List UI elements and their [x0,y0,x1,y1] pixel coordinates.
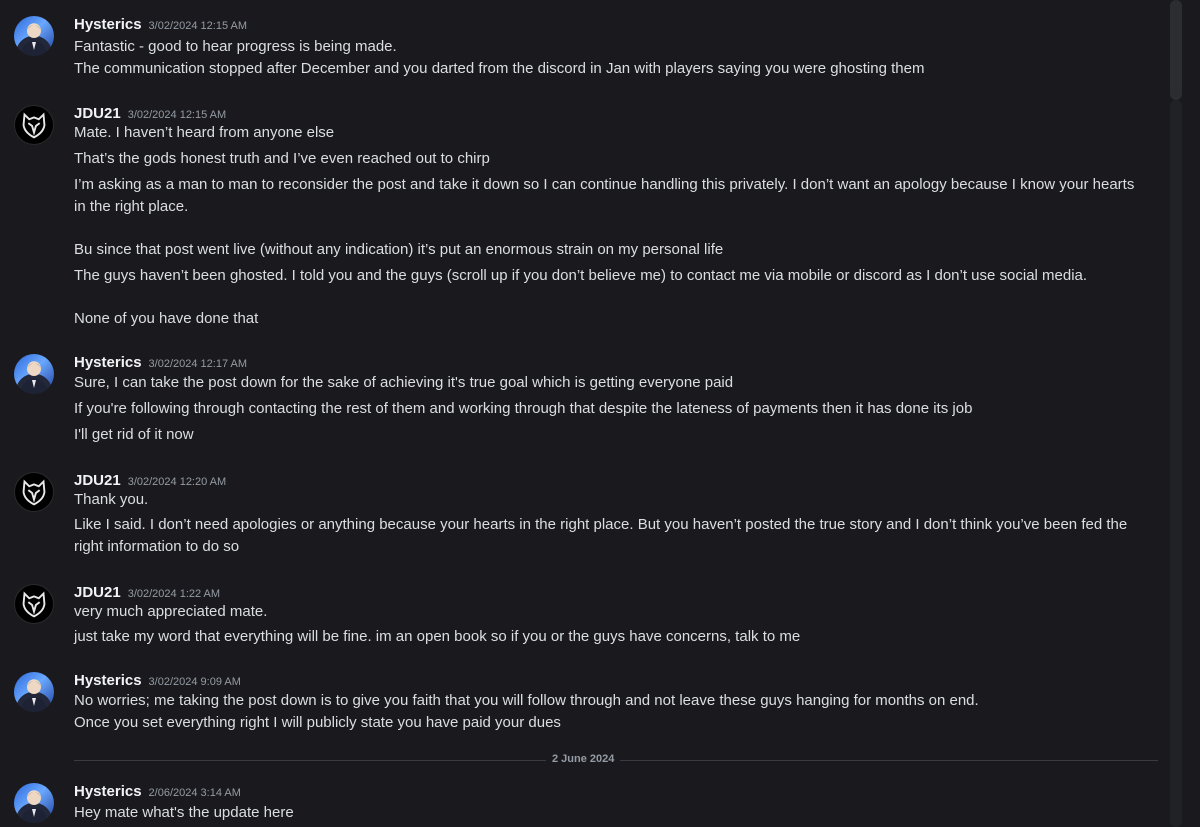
avatar[interactable] [14,472,54,512]
message-line: Hey mate what's the update here [74,804,294,821]
message-line: Fantastic - good to hear progress is bei… [74,38,397,55]
username[interactable]: Hysterics [74,354,142,371]
username[interactable]: Hysterics [74,16,142,33]
message-line: Like I said. I don’t need apologies or a… [74,516,1128,555]
message-header: Hysterics 2/06/2024 3:14 AM [74,783,241,803]
username[interactable]: Hysterics [74,672,142,689]
chat-message-list: Hysterics 3/02/2024 12:15 AM Fantastic - … [0,0,1168,827]
timestamp: 3/02/2024 12:17 AM [148,358,248,370]
username[interactable]: Hysterics [74,783,142,800]
timestamp: 3/02/2024 1:22 AM [127,588,221,600]
message-line: The guys haven’t been ghosted. I told yo… [74,267,1088,284]
username[interactable]: JDU21 [74,105,121,122]
timestamp: 3/02/2024 12:20 AM [127,476,227,488]
message-header: Hysterics 3/02/2024 12:15 AM [74,16,247,36]
message-line: The communication stopped after December… [74,60,925,77]
message-header: Hysterics 3/02/2024 12:17 AM [74,354,247,374]
message-line: Thank you. [74,491,149,508]
message-header: Hysterics 3/02/2024 9:09 AM [74,672,241,692]
avatar[interactable] [14,354,54,394]
avatar[interactable] [14,584,54,624]
message-line: Sure, I can take the post down for the s… [74,374,734,391]
message-line: I’m asking as a man to man to reconsider… [74,176,1135,215]
date-divider-label: 2 June 2024 [546,753,621,765]
message-line: No worries; me taking the post down is t… [74,692,979,709]
timestamp: 3/02/2024 12:15 AM [127,109,227,121]
message-line: very much appreciated mate. [74,603,268,620]
message-line: That’s the gods honest truth and I’ve ev… [74,150,490,167]
timestamp: 2/06/2024 3:14 AM [148,787,241,799]
username[interactable]: JDU21 [74,472,121,489]
scrollbar[interactable] [1168,0,1200,827]
avatar[interactable] [14,105,54,145]
message-line: If you're following through contacting t… [74,400,973,417]
person-avatar-icon [20,680,48,712]
person-avatar-icon [20,791,48,823]
wolf-logo-icon [22,479,46,506]
message-line: Bu since that post went live (without an… [74,241,724,258]
message-line: Mate. I haven’t heard from anyone else [74,124,335,141]
scrollbar-track[interactable] [1170,100,1182,827]
message-line: just take my word that everything will b… [74,628,801,645]
avatar[interactable] [14,672,54,712]
wolf-logo-icon [22,591,46,618]
timestamp: 3/02/2024 12:15 AM [148,20,248,32]
scrollbar-thumb[interactable] [1170,0,1182,100]
username[interactable]: JDU21 [74,584,121,601]
message-line: Once you set everything right I will pub… [74,714,561,731]
message-line: I'll get rid of it now [74,426,194,443]
person-avatar-icon [20,24,48,56]
wolf-logo-icon [22,112,46,139]
avatar[interactable] [14,783,54,823]
avatar[interactable] [14,16,54,56]
message-line: None of you have done that [74,310,259,327]
person-avatar-icon [20,362,48,394]
timestamp: 3/02/2024 9:09 AM [148,676,241,688]
